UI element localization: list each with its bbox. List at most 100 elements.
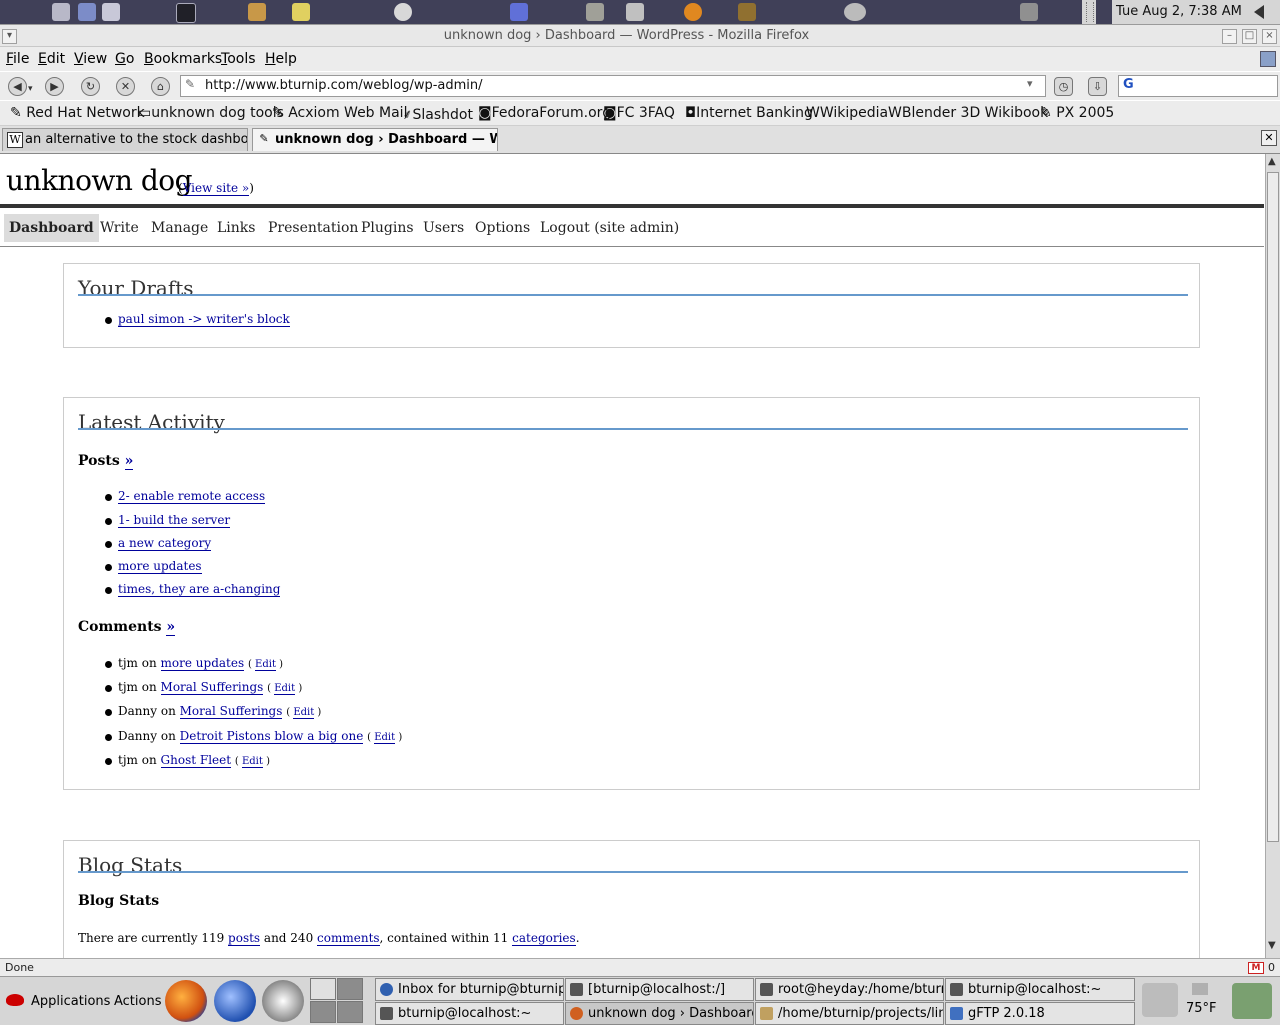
comment-post-link[interactable]: Detroit Pistons blow a big one	[179, 729, 364, 744]
edit-link[interactable]: Edit	[274, 683, 296, 695]
weather-temperature[interactable]: 75°F	[1186, 1001, 1217, 1016]
files-icon[interactable]	[78, 3, 96, 21]
more-posts-link[interactable]: »	[124, 453, 134, 470]
back-button[interactable]: ◀	[8, 77, 27, 96]
maximize-button[interactable]: □	[1242, 29, 1257, 44]
bookmark-fedoraforum[interactable]: ◙FedoraForum.org	[478, 105, 611, 121]
task-terminal-localhost[interactable]: bturnip@localhost:~	[945, 978, 1135, 1001]
desktop-switcher-icon[interactable]	[1232, 983, 1272, 1019]
menu-options[interactable]: Options	[470, 214, 535, 242]
ghost-icon[interactable]	[394, 3, 412, 21]
task-gftp[interactable]: gFTP 2.0.18	[945, 1002, 1135, 1025]
bookmark-red-hat-network[interactable]: ✎ Red Hat Network	[10, 105, 145, 121]
menu-go[interactable]: Go	[115, 51, 134, 67]
gmail-icon[interactable]: M	[1248, 962, 1264, 974]
gnu-icon[interactable]	[262, 980, 304, 1022]
reload-button[interactable]: ↻	[81, 77, 100, 96]
menu-write[interactable]: Write	[95, 214, 144, 242]
menu-manage[interactable]: Manage	[146, 214, 213, 242]
menu-view[interactable]: View	[74, 51, 107, 67]
forward-button[interactable]: ▶	[45, 77, 64, 96]
edit-link[interactable]: Edit	[255, 659, 276, 671]
download-icon[interactable]: ⇩	[1088, 77, 1107, 96]
home-button[interactable]: ⌂	[151, 77, 170, 96]
actions-menu[interactable]: Actions	[114, 994, 162, 1009]
bookmark-unknown-dog-tools[interactable]: ▭unknown dog tools	[138, 105, 284, 121]
edit-link[interactable]: Edit	[374, 732, 396, 744]
post-link[interactable]: 1- build the server	[118, 513, 231, 528]
close-tab-icon[interactable]: ✕	[1261, 130, 1277, 146]
bookmark-wikipedia[interactable]: WWikipedia	[806, 105, 888, 121]
history-icon[interactable]: ◷	[1054, 77, 1073, 96]
workspace-3[interactable]	[310, 1001, 336, 1023]
tab-alternative-dashboard[interactable]: W an alternative to the stock dashboa...	[2, 128, 248, 151]
workspace-2[interactable]	[337, 978, 363, 1000]
menu-users[interactable]: Users	[418, 214, 469, 242]
edit-link[interactable]: Edit	[293, 707, 315, 719]
draft-link[interactable]: paul simon -> writer's block	[118, 312, 290, 327]
bookmark-acxiom-web-mail[interactable]: ✎ Acxiom Web Mail	[272, 105, 407, 121]
desktop-icon[interactable]	[52, 3, 70, 21]
archive-icon[interactable]	[248, 3, 266, 21]
bookmark-slashdot[interactable]: ⸙Slashdot	[402, 105, 473, 124]
scroll-up-icon[interactable]: ▲	[1268, 156, 1276, 167]
workspace-1[interactable]	[310, 978, 336, 1000]
volume-icon[interactable]	[1254, 5, 1264, 19]
posts-link[interactable]: posts	[228, 931, 261, 946]
clock[interactable]: Tue Aug 2, 7:38 AM	[1116, 4, 1242, 19]
close-window-button[interactable]: ×	[1262, 29, 1277, 44]
scroll-down-icon[interactable]: ▼	[1268, 940, 1276, 951]
firefox-icon[interactable]	[165, 980, 207, 1022]
menu-bookmarks[interactable]: Bookmarks	[144, 51, 222, 67]
task-file-manager[interactable]: /home/bturnip/projects/linux_	[755, 1002, 944, 1025]
comment-post-link[interactable]: Moral Sufferings	[179, 704, 283, 719]
post-link[interactable]: 2- enable remote access	[118, 489, 266, 504]
post-link[interactable]: a new category	[118, 536, 212, 551]
weather-icon[interactable]	[1192, 983, 1208, 995]
applications-menu[interactable]: Applications	[31, 994, 110, 1009]
menu-links[interactable]: Links	[212, 214, 260, 242]
menu-dashboard[interactable]: Dashboard	[4, 214, 99, 242]
scroll-thumb[interactable]	[1267, 172, 1279, 842]
vertical-scrollbar[interactable]: ▲ ▼	[1265, 154, 1280, 958]
book-icon[interactable]	[626, 3, 644, 21]
blender-icon[interactable]	[684, 3, 702, 21]
search-box[interactable]: G	[1118, 75, 1278, 97]
menu-presentation[interactable]: Presentation	[263, 214, 363, 242]
edit-link[interactable]: Edit	[241, 756, 263, 768]
bookmark-blender-wikibook[interactable]: WBlender 3D Wikibook	[888, 105, 1048, 121]
view-site-link[interactable]: View site »	[182, 181, 250, 196]
stop-button[interactable]: ✕	[116, 77, 135, 96]
menu-edit[interactable]: Edit	[38, 51, 65, 67]
bookmark-px-2005[interactable]: ✎ PX 2005	[1040, 105, 1114, 121]
search-engine-icon[interactable]: G	[1123, 77, 1134, 92]
comment-post-link[interactable]: Moral Sufferings	[160, 680, 264, 695]
menu-logout[interactable]: Logout (site admin)	[535, 214, 684, 242]
post-link[interactable]: more updates	[118, 559, 202, 574]
menu-tools[interactable]: Tools	[221, 51, 256, 67]
tab-dashboard[interactable]: ✎ unknown dog › Dashboard — Wo...	[252, 128, 498, 151]
edit-icon[interactable]	[586, 3, 604, 21]
comment-post-link[interactable]: more updates	[160, 656, 245, 671]
task-thunderbird-inbox[interactable]: Inbox for bturnip@bturnip.co	[375, 978, 564, 1001]
network-icon[interactable]	[1142, 983, 1178, 1017]
thunderbird-icon[interactable]	[214, 980, 256, 1022]
terminal-icon[interactable]	[176, 3, 196, 23]
minimize-button[interactable]: –	[1222, 29, 1237, 44]
menu-file[interactable]: File	[6, 51, 29, 67]
bookmark-fc3faq[interactable]: ◙FC 3FAQ	[603, 105, 675, 121]
camera-icon[interactable]	[1020, 3, 1038, 21]
task-terminal-heyday[interactable]: root@heyday:/home/bturnip/	[755, 978, 944, 1001]
task-terminal-localhost-2[interactable]: bturnip@localhost:~	[375, 1002, 564, 1025]
workspace-4[interactable]	[337, 1001, 363, 1023]
url-text[interactable]: http://www.bturnip.com/weblog/wp-admin/	[205, 78, 483, 93]
task-terminal-root[interactable]: [bturnip@localhost:/]	[565, 978, 754, 1001]
back-history-icon[interactable]: ▾	[28, 84, 33, 94]
categories-link[interactable]: categories	[512, 931, 576, 946]
redhat-icon[interactable]	[6, 994, 24, 1006]
task-firefox-dashboard[interactable]: unknown dog › Dashboard –	[565, 1002, 754, 1025]
url-bar[interactable]: ✎ http://www.bturnip.com/weblog/wp-admin…	[180, 75, 1046, 97]
menu-help[interactable]: Help	[265, 51, 297, 67]
post-link[interactable]: times, they are a-changing	[118, 582, 281, 597]
notes-icon[interactable]	[510, 3, 528, 21]
